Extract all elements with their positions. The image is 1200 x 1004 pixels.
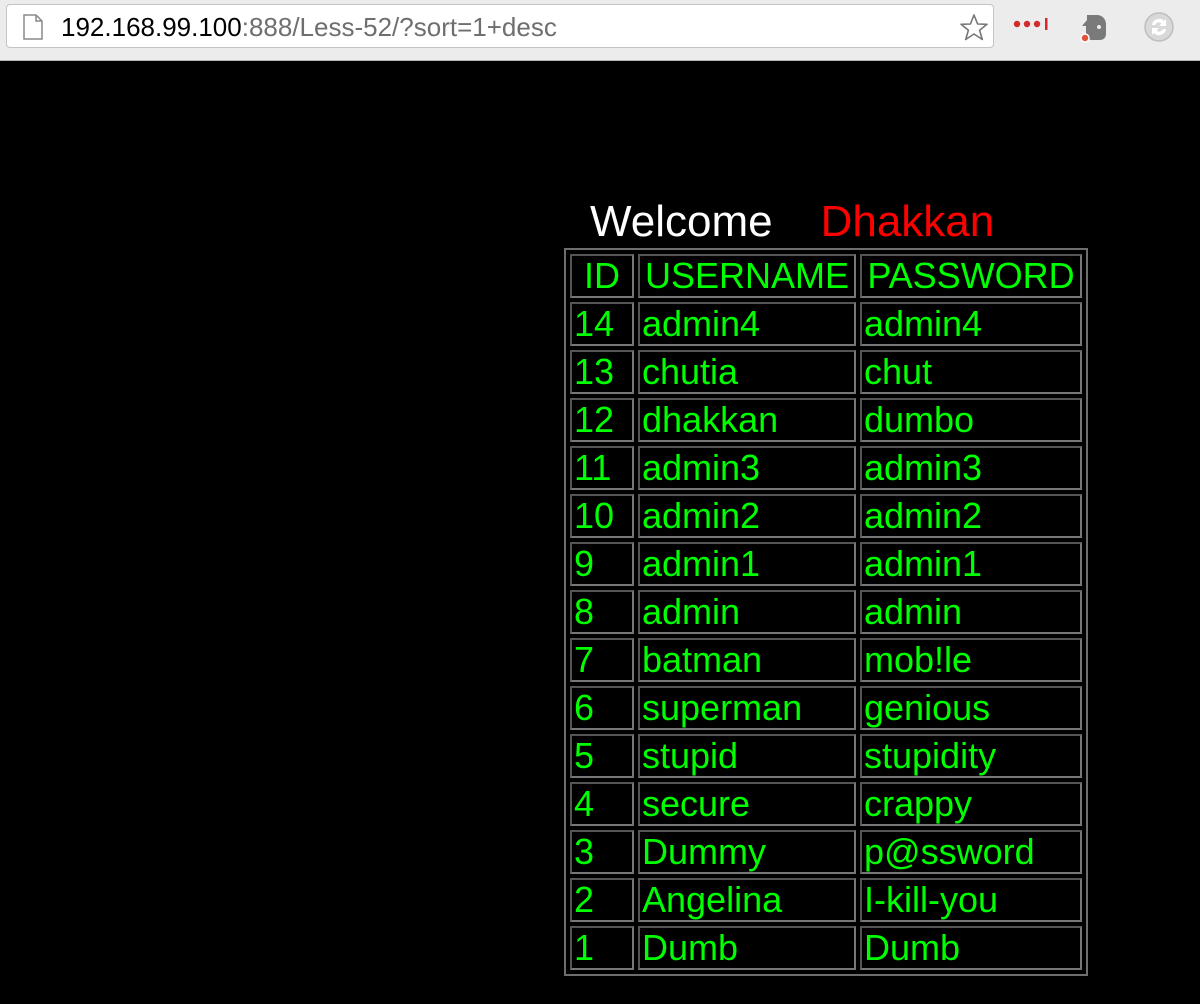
- cell-username: admin2: [638, 494, 856, 538]
- cell-username: Dummy: [638, 830, 856, 874]
- table-row: 12 dhakkan dumbo: [570, 398, 1082, 442]
- cell-username: admin4: [638, 302, 856, 346]
- cell-id: 6: [570, 686, 634, 730]
- cell-id: 3: [570, 830, 634, 874]
- cell-password: chut: [860, 350, 1082, 394]
- extension-dots-icon[interactable]: [1012, 16, 1052, 35]
- cell-username: superman: [638, 686, 856, 730]
- header-password: PASSWORD: [860, 254, 1082, 298]
- table-row: 5 stupid stupidity: [570, 734, 1082, 778]
- table-row: 1 Dumb Dumb: [570, 926, 1082, 970]
- address-bar[interactable]: 192.168.99.100:888/Less-52/?sort=1+desc: [6, 4, 994, 48]
- table-row: 7 batman mob!le: [570, 638, 1082, 682]
- cell-id: 4: [570, 782, 634, 826]
- browser-toolbar: 192.168.99.100:888/Less-52/?sort=1+desc: [0, 0, 1200, 61]
- cell-password: genious: [860, 686, 1082, 730]
- cell-username: Dumb: [638, 926, 856, 970]
- header-id: ID: [570, 254, 634, 298]
- cell-password: mob!le: [860, 638, 1082, 682]
- welcome-label: Welcome: [590, 197, 773, 246]
- cell-username: Angelina: [638, 878, 856, 922]
- cell-username: admin: [638, 590, 856, 634]
- table-row: 8 admin admin: [570, 590, 1082, 634]
- cell-id: 9: [570, 542, 634, 586]
- users-table: ID USERNAME PASSWORD 14 admin4 admin4 13 ch…: [564, 248, 1088, 976]
- cell-password: crappy: [860, 782, 1082, 826]
- table-row: 9 admin1 admin1: [570, 542, 1082, 586]
- header-username: USERNAME: [638, 254, 856, 298]
- cell-username: chutia: [638, 350, 856, 394]
- cell-password: Dumb: [860, 926, 1082, 970]
- cell-password: stupidity: [860, 734, 1082, 778]
- cell-password: admin3: [860, 446, 1082, 490]
- cell-username: admin3: [638, 446, 856, 490]
- table-row: 2 Angelina I-kill-you: [570, 878, 1082, 922]
- cell-username: dhakkan: [638, 398, 856, 442]
- cell-username: secure: [638, 782, 856, 826]
- cell-username: admin1: [638, 542, 856, 586]
- welcome-username: Dhakkan: [820, 197, 995, 246]
- url-host: 192.168.99.100: [61, 12, 242, 42]
- cell-password: dumbo: [860, 398, 1082, 442]
- cell-id: 10: [570, 494, 634, 538]
- cell-id: 12: [570, 398, 634, 442]
- cell-password: admin1: [860, 542, 1082, 586]
- table-row: 14 admin4 admin4: [570, 302, 1082, 346]
- page-icon: [23, 14, 43, 44]
- cell-id: 2: [570, 878, 634, 922]
- table-row: 10 admin2 admin2: [570, 494, 1082, 538]
- cell-id: 5: [570, 734, 634, 778]
- cell-id: 8: [570, 590, 634, 634]
- cell-password: admin: [860, 590, 1082, 634]
- cell-id: 11: [570, 446, 634, 490]
- cell-password: admin4: [860, 302, 1082, 346]
- welcome-heading: Welcome Dhakkan: [590, 196, 994, 248]
- cell-id: 14: [570, 302, 634, 346]
- url-text[interactable]: 192.168.99.100:888/Less-52/?sort=1+desc: [61, 12, 557, 42]
- bookmark-star-icon[interactable]: [959, 13, 989, 47]
- cell-password: p@ssword: [860, 830, 1082, 874]
- sync-icon[interactable]: [1142, 10, 1176, 48]
- table-row: 6 superman genious: [570, 686, 1082, 730]
- table-row: 3 Dummy p@ssword: [570, 830, 1082, 874]
- cell-username: stupid: [638, 734, 856, 778]
- table-header-row: ID USERNAME PASSWORD: [570, 254, 1082, 298]
- url-path: :888/Less-52/?sort=1+desc: [241, 12, 557, 42]
- cell-id: 13: [570, 350, 634, 394]
- cell-id: 1: [570, 926, 634, 970]
- table-row: 4 secure crappy: [570, 782, 1082, 826]
- table-row: 13 chutia chut: [570, 350, 1082, 394]
- table-row: 11 admin3 admin3: [570, 446, 1082, 490]
- cell-password: admin2: [860, 494, 1082, 538]
- cell-password: I-kill-you: [860, 878, 1082, 922]
- cell-username: batman: [638, 638, 856, 682]
- cell-id: 7: [570, 638, 634, 682]
- evernote-icon[interactable]: [1078, 10, 1112, 48]
